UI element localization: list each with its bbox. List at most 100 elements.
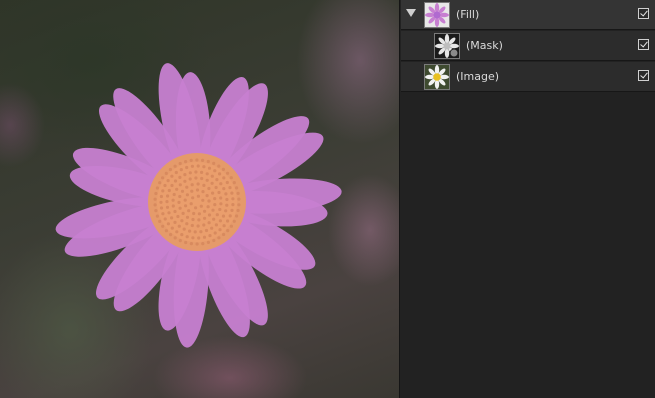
seed-dot bbox=[192, 211, 196, 216]
seed-dot bbox=[225, 203, 229, 207]
seed-dot bbox=[231, 203, 235, 207]
seed-dot bbox=[207, 221, 211, 225]
seed-dot bbox=[170, 226, 174, 230]
layers-panel: (Fill) (Mask) (Image) bbox=[399, 0, 655, 398]
layer-name-image: (Image) bbox=[456, 70, 500, 83]
seed-dot bbox=[218, 207, 222, 212]
seed-dot bbox=[178, 175, 182, 179]
seed-dot bbox=[188, 177, 192, 181]
seed-dot bbox=[177, 200, 181, 204]
seed-dot bbox=[225, 197, 229, 202]
seed-dot bbox=[158, 181, 162, 185]
seed-dot bbox=[184, 204, 188, 208]
seed-dot bbox=[189, 202, 193, 206]
seed-dot bbox=[155, 186, 159, 190]
seed-dot bbox=[167, 188, 171, 193]
seed-dot bbox=[165, 200, 169, 204]
seed-dot bbox=[170, 216, 174, 220]
seed-dot bbox=[185, 215, 190, 219]
seed-dot bbox=[236, 208, 240, 213]
seed-dot bbox=[185, 193, 189, 197]
seed-dot bbox=[232, 181, 236, 185]
visibility-checkbox-fill[interactable] bbox=[638, 8, 649, 19]
seed-dot bbox=[221, 167, 225, 171]
seed-dot bbox=[225, 180, 229, 185]
daisy-artwork bbox=[55, 63, 342, 348]
seed-dot bbox=[235, 214, 239, 218]
seed-dot bbox=[207, 166, 212, 170]
seed-dot bbox=[207, 186, 211, 191]
visibility-checkbox-image[interactable] bbox=[638, 70, 649, 81]
layer-name-mask: (Mask) bbox=[466, 39, 503, 52]
seed-dot bbox=[164, 171, 168, 175]
seed-dot bbox=[224, 209, 228, 213]
seed-dot bbox=[180, 219, 184, 223]
seed-dot bbox=[166, 222, 170, 226]
seed-dot bbox=[213, 169, 217, 173]
seed-dot bbox=[183, 173, 187, 177]
seed-dot bbox=[190, 223, 194, 228]
seed-dot bbox=[207, 199, 211, 203]
seed-dot bbox=[229, 176, 233, 180]
seed-dot bbox=[213, 231, 217, 235]
seed-dot bbox=[169, 233, 173, 237]
seed-dot bbox=[176, 214, 180, 219]
seed-dot bbox=[170, 174, 174, 178]
seed-dot bbox=[178, 161, 182, 166]
seed-dot bbox=[235, 186, 239, 190]
seed-dot bbox=[200, 170, 204, 174]
layer-row-mask[interactable]: (Mask) bbox=[401, 31, 655, 61]
seed-dot bbox=[207, 213, 212, 217]
seed-dot bbox=[185, 165, 189, 170]
layer-row-image[interactable]: (Image) bbox=[401, 62, 655, 92]
seed-dot bbox=[218, 172, 222, 176]
seed-dot bbox=[236, 191, 240, 195]
seed-dot bbox=[171, 204, 175, 208]
seed-dot bbox=[200, 176, 204, 181]
seed-dot bbox=[201, 158, 205, 162]
seed-dot bbox=[185, 185, 189, 189]
seed-dot bbox=[167, 211, 171, 215]
seed-dot bbox=[177, 224, 181, 228]
seed-dot bbox=[221, 214, 226, 218]
seed-dot bbox=[215, 178, 219, 182]
seed-dot bbox=[163, 183, 167, 188]
seed-dot bbox=[173, 220, 177, 224]
seed-dot bbox=[228, 186, 232, 190]
seed-dot bbox=[206, 159, 210, 164]
seed-dot bbox=[155, 214, 159, 218]
visibility-checkbox-mask[interactable] bbox=[638, 39, 649, 50]
seed-dot bbox=[199, 204, 203, 208]
seed-dot bbox=[214, 223, 218, 227]
seed-dot bbox=[191, 217, 195, 222]
seed-dot bbox=[180, 189, 185, 193]
seed-dot bbox=[222, 224, 226, 228]
layer-row-fill[interactable]: (Fill) bbox=[401, 0, 655, 30]
fill-thumbnail-icon bbox=[424, 2, 450, 28]
seed-dot bbox=[213, 203, 217, 207]
seed-dot bbox=[194, 176, 198, 180]
seed-dot bbox=[197, 212, 201, 216]
seed-dot bbox=[168, 167, 172, 172]
seed-dot bbox=[206, 240, 210, 244]
seed-dot bbox=[195, 242, 199, 246]
document-canvas[interactable] bbox=[0, 0, 399, 398]
seed-dot bbox=[184, 240, 188, 245]
seed-dot bbox=[163, 217, 167, 221]
seed-dot bbox=[226, 219, 230, 223]
seed-dot bbox=[206, 205, 210, 209]
seed-dot bbox=[195, 188, 200, 192]
seed-dot bbox=[211, 191, 215, 195]
seed-dot bbox=[222, 176, 226, 180]
seed-dot bbox=[185, 222, 189, 226]
seed-dot bbox=[161, 189, 165, 193]
seed-dot bbox=[165, 205, 170, 209]
seed-dot bbox=[197, 218, 201, 222]
expand-arrow-icon[interactable] bbox=[406, 9, 416, 17]
seed-dot bbox=[205, 172, 209, 176]
seed-dot bbox=[164, 229, 168, 233]
seed-dot bbox=[212, 161, 216, 165]
seed-dot bbox=[174, 170, 178, 175]
seed-dot bbox=[197, 236, 201, 240]
seed-dot bbox=[190, 189, 194, 193]
